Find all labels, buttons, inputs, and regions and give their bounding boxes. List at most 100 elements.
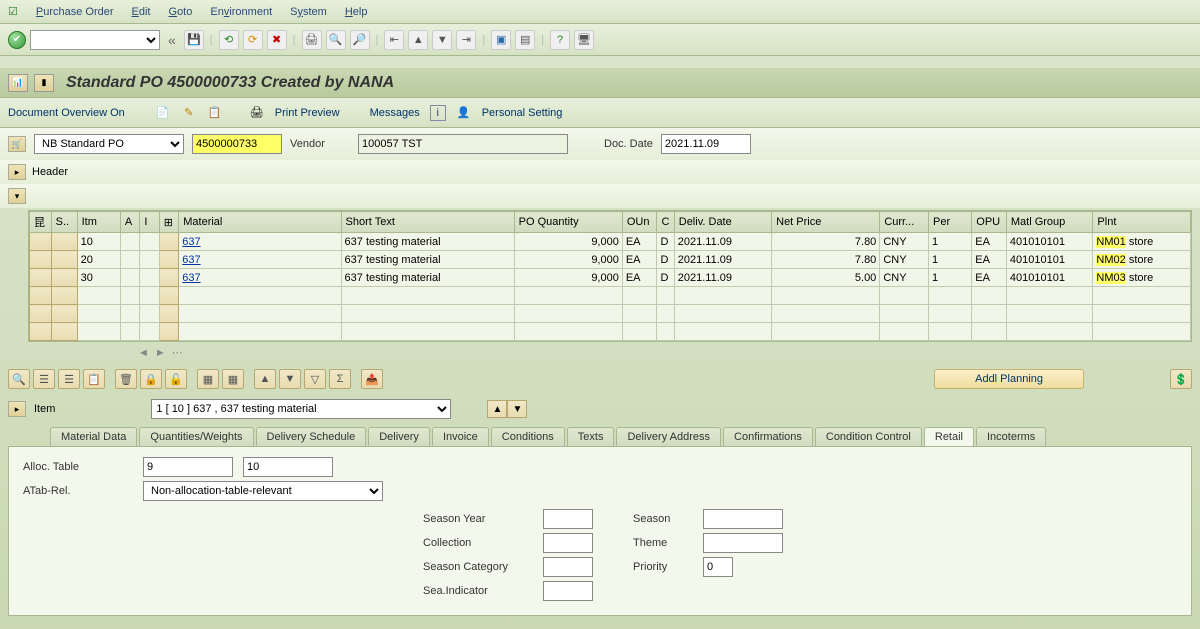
- col-i[interactable]: I: [140, 212, 159, 233]
- filter-icon[interactable]: ▽: [304, 369, 326, 389]
- export-icon[interactable]: 📤: [361, 369, 383, 389]
- atab-rel-select[interactable]: Non-allocation-table-relevant: [143, 481, 383, 501]
- tab-conditions[interactable]: Conditions: [491, 427, 565, 446]
- col-plnt[interactable]: Plnt: [1093, 212, 1191, 233]
- collection-field[interactable]: [543, 533, 593, 553]
- other-po-icon[interactable]: 📋: [207, 105, 223, 121]
- print-icon[interactable]: 🖨: [302, 30, 322, 50]
- table-row[interactable]: 20 637637 testing material9,000EAD 2021.…: [30, 251, 1191, 269]
- deselect-icon[interactable]: ☰: [58, 369, 80, 389]
- doc-date-field[interactable]: [661, 134, 751, 154]
- info-icon[interactable]: i: [430, 105, 446, 121]
- addl-planning-button[interactable]: Addl Planning: [934, 369, 1084, 389]
- customize-icon[interactable]: 🖥: [574, 30, 594, 50]
- item-down-icon[interactable]: ▼: [507, 400, 527, 418]
- enter-icon[interactable]: ✔: [8, 31, 26, 49]
- col-itm[interactable]: Itm: [77, 212, 120, 233]
- tab-condition-control[interactable]: Condition Control: [815, 427, 922, 446]
- scroll-left-icon[interactable]: ◄: [138, 347, 149, 359]
- table-row[interactable]: [30, 323, 1191, 341]
- header-collapse-icon[interactable]: ▸: [8, 164, 26, 180]
- command-field[interactable]: [30, 30, 160, 50]
- table-row[interactable]: [30, 287, 1191, 305]
- col-mg[interactable]: Matl Group: [1006, 212, 1093, 233]
- col-qty[interactable]: PO Quantity: [514, 212, 622, 233]
- cancel-icon[interactable]: ✖: [267, 30, 287, 50]
- back-icon[interactable]: ⟲: [219, 30, 239, 50]
- sort-desc-icon[interactable]: ▼: [279, 369, 301, 389]
- col-material[interactable]: Material: [179, 212, 341, 233]
- collapse-chevron-icon[interactable]: «: [168, 32, 176, 48]
- item-up-icon[interactable]: ▲: [487, 400, 507, 418]
- find-icon[interactable]: 🔍: [326, 30, 346, 50]
- layout-icon[interactable]: ▤: [515, 30, 535, 50]
- col-per[interactable]: Per: [929, 212, 972, 233]
- col-deliv[interactable]: Deliv. Date: [674, 212, 771, 233]
- col-shorttext[interactable]: Short Text: [341, 212, 514, 233]
- copy-row-icon[interactable]: 📋: [83, 369, 105, 389]
- sea-ind-field[interactable]: [543, 581, 593, 601]
- po-number-field[interactable]: [192, 134, 282, 154]
- tab-confirmations[interactable]: Confirmations: [723, 427, 813, 446]
- select-all-icon[interactable]: ☰: [33, 369, 55, 389]
- scroll-right-icon[interactable]: ►: [155, 347, 166, 359]
- tab-texts[interactable]: Texts: [567, 427, 615, 446]
- unlock-icon[interactable]: 🔓: [165, 369, 187, 389]
- col-opu[interactable]: OPU: [972, 212, 1007, 233]
- exit-icon[interactable]: ⟳: [243, 30, 263, 50]
- sort-asc-icon[interactable]: ▲: [254, 369, 276, 389]
- lock-icon[interactable]: 🔒: [140, 369, 162, 389]
- new-session-icon[interactable]: ▣: [491, 30, 511, 50]
- help-icon[interactable]: ?: [550, 30, 570, 50]
- doc-type-select[interactable]: NB Standard PO: [34, 134, 184, 154]
- table-row[interactable]: [30, 305, 1191, 323]
- col-a[interactable]: A: [120, 212, 139, 233]
- menu-environment[interactable]: Environment: [210, 6, 272, 18]
- first-page-icon[interactable]: ⇤: [384, 30, 404, 50]
- items-collapse-icon[interactable]: ▾: [8, 188, 26, 204]
- menu-system[interactable]: System: [290, 6, 327, 18]
- print-preview-link[interactable]: Print Preview: [275, 107, 340, 119]
- delete-icon[interactable]: 🗑: [115, 369, 137, 389]
- toggle-icon[interactable]: ▮: [34, 74, 54, 92]
- prev-page-icon[interactable]: ▲: [408, 30, 428, 50]
- tab-delivery-schedule[interactable]: Delivery Schedule: [256, 427, 367, 446]
- item-collapse-icon[interactable]: ▸: [8, 401, 26, 417]
- doc-type-icon[interactable]: 🛒: [8, 136, 26, 152]
- col-icon[interactable]: ⊞: [159, 212, 178, 233]
- vendor-field[interactable]: [358, 134, 568, 154]
- scroll-options-icon[interactable]: ⋯: [172, 346, 183, 359]
- item-select[interactable]: 1 [ 10 ] 637 , 637 testing material: [151, 399, 451, 419]
- doc-overview-toggle[interactable]: Document Overview On: [8, 107, 125, 119]
- col-sel[interactable]: 昆: [30, 212, 52, 233]
- alloc-table-field2[interactable]: [243, 457, 333, 477]
- find-next-icon[interactable]: 🔎: [350, 30, 370, 50]
- tab-delivery-address[interactable]: Delivery Address: [616, 427, 721, 446]
- col-status[interactable]: S..: [51, 212, 77, 233]
- sum-icon[interactable]: Σ: [329, 369, 351, 389]
- tab-incoterms[interactable]: Incoterms: [976, 427, 1046, 446]
- personal-setting-link[interactable]: Personal Setting: [482, 107, 563, 119]
- col-curr[interactable]: Curr...: [880, 212, 929, 233]
- save-icon[interactable]: 💾: [184, 30, 204, 50]
- tab-retail[interactable]: Retail: [924, 427, 974, 446]
- tab-quantities-weights[interactable]: Quantities/Weights: [139, 427, 253, 446]
- detail-icon[interactable]: 🔍: [8, 369, 30, 389]
- col-c[interactable]: C: [657, 212, 674, 233]
- currency-icon[interactable]: 💲: [1170, 369, 1192, 389]
- menu-goto[interactable]: Goto: [169, 6, 193, 18]
- menu-edit[interactable]: Edit: [132, 6, 151, 18]
- messages-link[interactable]: Messages: [370, 107, 420, 119]
- season-field[interactable]: [703, 509, 783, 529]
- config-icon[interactable]: ▦: [222, 369, 244, 389]
- priority-field[interactable]: [703, 557, 733, 577]
- create-icon[interactable]: 📄: [155, 105, 171, 121]
- table-row[interactable]: 30 637637 testing material9,000EAD 2021.…: [30, 269, 1191, 287]
- col-oun[interactable]: OUn: [622, 212, 657, 233]
- display-change-icon[interactable]: ✎: [181, 105, 197, 121]
- table-row[interactable]: 10 637637 testing material9,000EAD 2021.…: [30, 233, 1191, 251]
- menu-help[interactable]: Help: [345, 6, 368, 18]
- season-year-field[interactable]: [543, 509, 593, 529]
- season-cat-field[interactable]: [543, 557, 593, 577]
- menu-purchase-order[interactable]: PPurchase Orderurchase Order: [36, 6, 114, 18]
